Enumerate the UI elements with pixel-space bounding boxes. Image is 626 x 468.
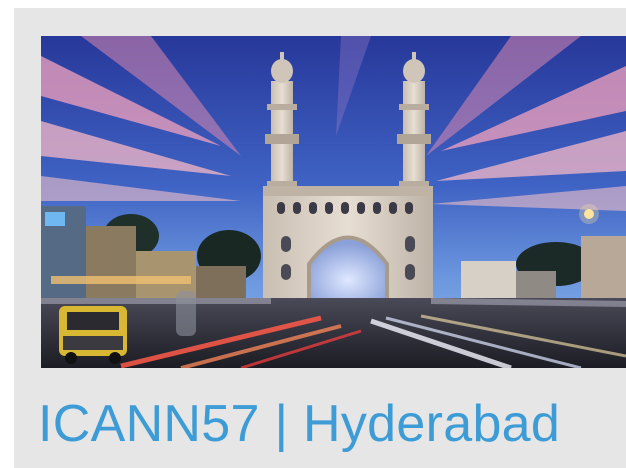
auto-rickshaw xyxy=(59,306,127,364)
charminar-photo[interactable] xyxy=(41,36,626,368)
pedestrian xyxy=(176,291,196,336)
event-title[interactable]: ICANN57 | Hyderabad xyxy=(38,395,560,453)
event-card[interactable]: ICANN57 | Hyderabad xyxy=(14,8,626,468)
